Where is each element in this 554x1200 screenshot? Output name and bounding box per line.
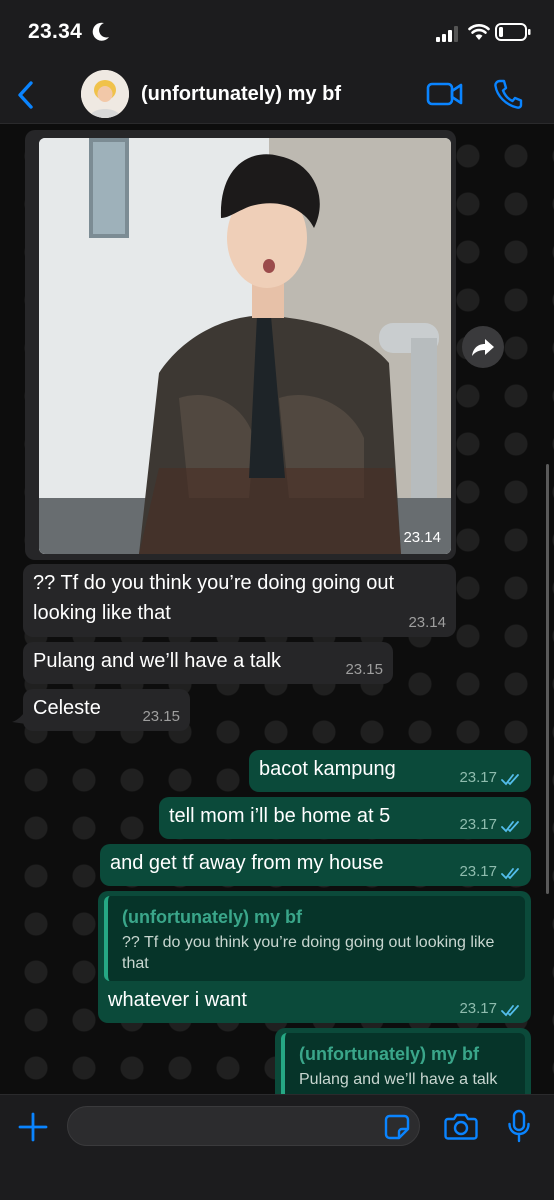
- message-time: 23.14: [408, 614, 446, 631]
- quoted-sender: (unfortunately) my bf: [122, 907, 302, 927]
- sticker-icon[interactable]: [384, 1114, 410, 1140]
- chat-header: (unfortunately) my bf: [0, 66, 554, 124]
- contact-name[interactable]: (unfortunately) my bf: [141, 83, 341, 106]
- message-bubble[interactable]: Pulang and we’ll have a talk 23.15: [23, 642, 393, 684]
- read-ticks-icon: [501, 868, 519, 880]
- quoted-message[interactable]: (unfortunately) my bf Pulang and we’ll h…: [281, 1033, 525, 1094]
- moon-icon: [92, 22, 109, 41]
- scrollbar[interactable]: [546, 464, 549, 894]
- status-time: 23.34: [28, 20, 83, 43]
- message-text: and get tf away from my house: [110, 852, 384, 874]
- read-ticks-icon: [501, 1005, 519, 1017]
- battery-icon: [495, 23, 531, 41]
- wifi-icon: [468, 24, 490, 40]
- signal-icon: [436, 26, 458, 42]
- avatar[interactable]: [81, 70, 129, 118]
- message-time: 23.15: [345, 661, 383, 678]
- forward-icon: [472, 339, 494, 356]
- quoted-sender: (unfortunately) my bf: [299, 1044, 479, 1064]
- image-message[interactable]: 23.14: [25, 130, 456, 560]
- message-time: 23.17: [459, 769, 497, 786]
- read-ticks-icon: [501, 821, 519, 833]
- message-text: bacot kampung: [259, 758, 396, 780]
- reply-message-bubble[interactable]: (unfortunately) my bf ?? Tf do you think…: [98, 891, 531, 1023]
- message-text: tell mom i’ll be home at 5: [169, 805, 391, 827]
- camera-icon[interactable]: [444, 1111, 478, 1141]
- quoted-text: ?? Tf do you think you’re doing going ou…: [122, 934, 495, 972]
- quoted-text: Pulang and we’ll have a talk: [299, 1071, 498, 1088]
- forward-button[interactable]: [462, 326, 504, 368]
- quoted-message[interactable]: (unfortunately) my bf ?? Tf do you think…: [104, 896, 525, 981]
- status-bar: 23.34: [0, 0, 554, 66]
- message-text: Pulang and we’ll have a talk: [33, 650, 281, 672]
- microphone-icon[interactable]: [507, 1109, 531, 1143]
- reply-message-bubble[interactable]: (unfortunately) my bf Pulang and we’ll h…: [275, 1028, 531, 1094]
- message-text: whatever i want: [108, 989, 247, 1011]
- message-text: ?? Tf do you think you’re doing going ou…: [33, 572, 394, 624]
- input-bar: [0, 1094, 554, 1200]
- message-time: 23.17: [459, 816, 497, 833]
- back-icon[interactable]: [12, 78, 42, 112]
- message-bubble[interactable]: and get tf away from my house 23.17: [100, 844, 531, 886]
- message-time: 23.15: [142, 708, 180, 725]
- message-bubble[interactable]: bacot kampung 23.17: [249, 750, 531, 792]
- video-call-icon[interactable]: [426, 80, 464, 108]
- message-bubble[interactable]: ?? Tf do you think you’re doing going ou…: [23, 564, 456, 637]
- message-input[interactable]: [67, 1106, 420, 1146]
- read-ticks-icon: [501, 774, 519, 786]
- message-time: 23.17: [459, 863, 497, 880]
- photo[interactable]: 23.14: [39, 138, 451, 554]
- plus-icon[interactable]: [18, 1112, 48, 1142]
- message-time: 23.17: [459, 1000, 497, 1017]
- phone-icon[interactable]: [493, 78, 523, 110]
- message-bubble[interactable]: Celeste 23.15: [23, 689, 190, 731]
- message-bubble[interactable]: tell mom i’ll be home at 5 23.17: [159, 797, 531, 839]
- image-time: 23.14: [403, 529, 441, 546]
- chat-area[interactable]: 23.14 ?? Tf do you think you’re doing go…: [0, 124, 554, 1094]
- message-text: Celeste: [33, 697, 101, 719]
